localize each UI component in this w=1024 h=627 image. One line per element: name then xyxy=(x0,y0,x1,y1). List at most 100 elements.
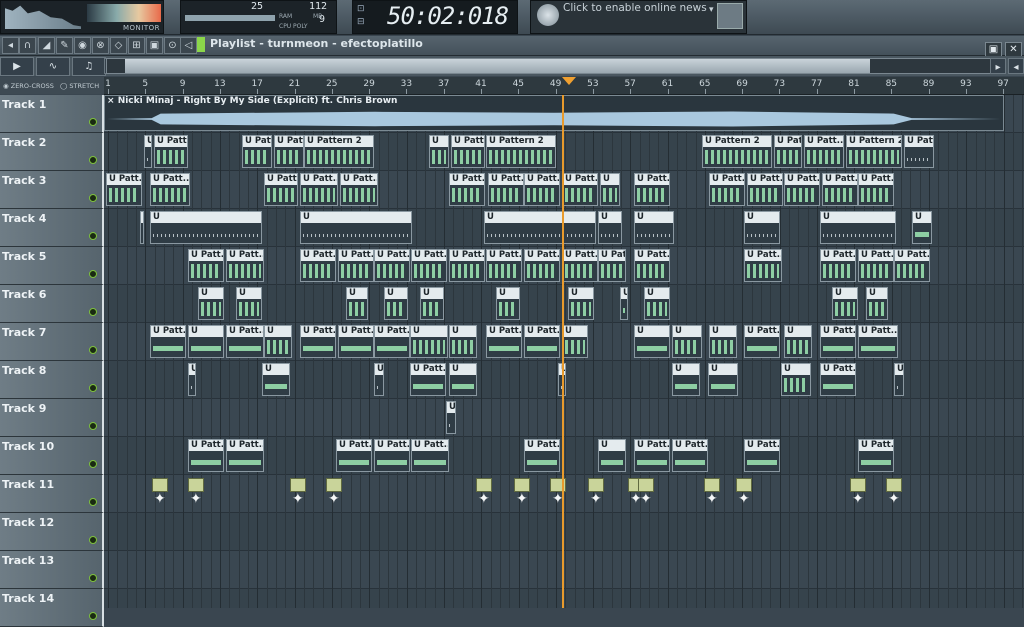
zero-cross-option[interactable]: ◉ ZERO-CROSS xyxy=(3,82,54,90)
pattern-clip[interactable]: U Patt... xyxy=(226,325,264,358)
automation-clip-icon[interactable] xyxy=(704,478,720,492)
track-mute-icon[interactable] xyxy=(89,384,97,392)
track-mute-icon[interactable] xyxy=(89,308,97,316)
pattern-clip[interactable]: U xyxy=(188,325,224,358)
pattern-clip[interactable]: U Patt... xyxy=(300,325,336,358)
pattern-clip[interactable]: U xyxy=(300,211,412,244)
draw-icon[interactable]: ◢ xyxy=(38,37,55,54)
automation-clip-icon[interactable] xyxy=(326,478,342,492)
track-header[interactable]: Track 7 xyxy=(0,323,104,361)
pattern-clip[interactable]: U Patt... xyxy=(338,249,374,282)
magnet-icon[interactable]: ∩ xyxy=(19,37,36,54)
pattern-clip[interactable]: U Patt... xyxy=(634,173,670,206)
pattern-clip[interactable]: U xyxy=(262,363,290,396)
pattern-clip[interactable]: U xyxy=(598,439,626,472)
pattern-clip[interactable]: U Patt... xyxy=(411,249,447,282)
track-header[interactable]: Track 2 xyxy=(0,133,104,171)
pattern-clip[interactable]: U xyxy=(744,211,780,244)
stretch-option[interactable]: ◯ STRETCH xyxy=(60,82,99,90)
pattern-clip[interactable]: U Pattern 2 xyxy=(702,135,772,168)
pattern-clip[interactable]: U Patt... xyxy=(804,135,844,168)
horizontal-scrollbar[interactable] xyxy=(106,58,994,74)
scroll-end-icon[interactable]: ◂ xyxy=(1008,58,1024,74)
pattern-clip[interactable]: U Patt... xyxy=(411,439,449,472)
track-mute-icon[interactable] xyxy=(89,156,97,164)
pattern-clip[interactable]: U xyxy=(672,363,700,396)
pattern-clip[interactable]: U Patt... xyxy=(709,173,745,206)
automation-clip-icon[interactable] xyxy=(290,478,306,492)
pattern-clip[interactable]: U Patt... xyxy=(634,439,670,472)
news-text[interactable]: Click to enable online news xyxy=(563,2,707,14)
automation-clip-icon[interactable] xyxy=(476,478,492,492)
track-mute-icon[interactable] xyxy=(89,460,97,468)
menu-arrow-icon[interactable]: ◂ xyxy=(2,37,19,54)
pattern-clip[interactable]: U Pattern 2 xyxy=(846,135,902,168)
pattern-clip[interactable]: U xyxy=(449,363,477,396)
pattern-clip[interactable]: U xyxy=(346,287,368,320)
pattern-clip[interactable]: U xyxy=(600,173,620,206)
automation-clip-icon[interactable] xyxy=(588,478,604,492)
scrollbar-thumb[interactable] xyxy=(125,59,870,73)
pattern-clip[interactable]: U xyxy=(420,287,444,320)
pattern-clip[interactable]: U xyxy=(188,363,196,396)
pattern-clip[interactable]: U xyxy=(634,211,674,244)
pattern-clip[interactable]: U Patt... xyxy=(858,249,894,282)
pattern-clip[interactable]: U xyxy=(620,287,628,320)
automation-clip-icon[interactable] xyxy=(514,478,530,492)
pattern-clip[interactable]: U xyxy=(264,325,292,358)
track-header[interactable]: Track 14 xyxy=(0,589,104,627)
pattern-clip[interactable]: U xyxy=(236,287,262,320)
pattern-clip[interactable]: U Patt... xyxy=(486,325,522,358)
playlist-arrow-icon[interactable] xyxy=(197,37,205,52)
pattern-clip[interactable]: U Patt... xyxy=(340,173,378,206)
pattern-clip[interactable]: U xyxy=(598,211,622,244)
track-mute-icon[interactable] xyxy=(89,270,97,278)
tab-audio[interactable]: ∿ xyxy=(36,57,70,76)
pattern-clip[interactable]: U Pattern 2 xyxy=(304,135,374,168)
pattern-clip[interactable]: U Patt... xyxy=(374,439,410,472)
mute-icon[interactable]: ⊗ xyxy=(92,37,109,54)
audio-clip[interactable]: × Nicki Minaj - Right By My Side (Explic… xyxy=(104,95,1004,131)
pattern-clip[interactable]: U xyxy=(144,135,152,168)
track-header[interactable]: Track 13 xyxy=(0,551,104,589)
pattern-clip[interactable]: U xyxy=(866,287,888,320)
pattern-clip[interactable]: U xyxy=(894,363,904,396)
pattern-clip[interactable]: U xyxy=(449,325,477,358)
pattern-clip[interactable]: U xyxy=(820,211,896,244)
pattern-clip[interactable]: U Patt... xyxy=(562,173,598,206)
tab-automation[interactable]: ♫ xyxy=(72,57,106,76)
pattern-clip[interactable]: U Patt... xyxy=(150,325,186,358)
pattern-clip[interactable]: U Patt... xyxy=(486,249,522,282)
zoom-icon[interactable]: ⊙ xyxy=(164,37,181,54)
automation-clip-icon[interactable] xyxy=(886,478,902,492)
pattern-clip[interactable]: U Patt... xyxy=(744,439,780,472)
track-header[interactable]: Track 5 xyxy=(0,247,104,285)
pattern-clip[interactable]: U Patt... xyxy=(226,439,264,472)
pattern-clip[interactable]: U Patt... xyxy=(672,439,708,472)
track-lane[interactable] xyxy=(104,399,1024,437)
pattern-clip[interactable]: U xyxy=(708,363,738,396)
track-lane[interactable] xyxy=(104,551,1024,589)
pattern-clip[interactable]: U Patt... xyxy=(449,249,485,282)
pattern-clip[interactable]: U Patt... xyxy=(374,325,410,358)
pattern-clip[interactable]: U Patt... xyxy=(894,249,930,282)
track-mute-icon[interactable] xyxy=(89,194,97,202)
pattern-clip[interactable]: U xyxy=(198,287,224,320)
news-panel[interactable]: Click to enable online news ▾ xyxy=(530,0,747,34)
pattern-clip[interactable]: U Patt... xyxy=(820,325,856,358)
pattern-clip[interactable]: U xyxy=(150,211,262,244)
pattern-clip[interactable]: U Patt... xyxy=(264,173,298,206)
slice-icon[interactable]: ⊞ xyxy=(128,37,145,54)
pattern-clip[interactable]: U xyxy=(781,363,811,396)
pattern-clip[interactable]: U Patt... xyxy=(300,173,338,206)
automation-clip-icon[interactable] xyxy=(850,478,866,492)
track-header[interactable]: Track 6 xyxy=(0,285,104,323)
pattern-clip[interactable]: U Patt... xyxy=(374,249,410,282)
pattern-clip[interactable]: U Patt... xyxy=(747,173,783,206)
playhead-line[interactable] xyxy=(562,95,564,608)
playhead-marker-icon[interactable] xyxy=(562,77,576,85)
song-mode-icon[interactable]: ⊟ xyxy=(357,17,365,27)
delete-icon[interactable]: ◉ xyxy=(74,37,91,54)
record-icon[interactable]: ⊡ xyxy=(357,4,365,14)
playback-icon[interactable]: ◁ xyxy=(180,37,197,54)
